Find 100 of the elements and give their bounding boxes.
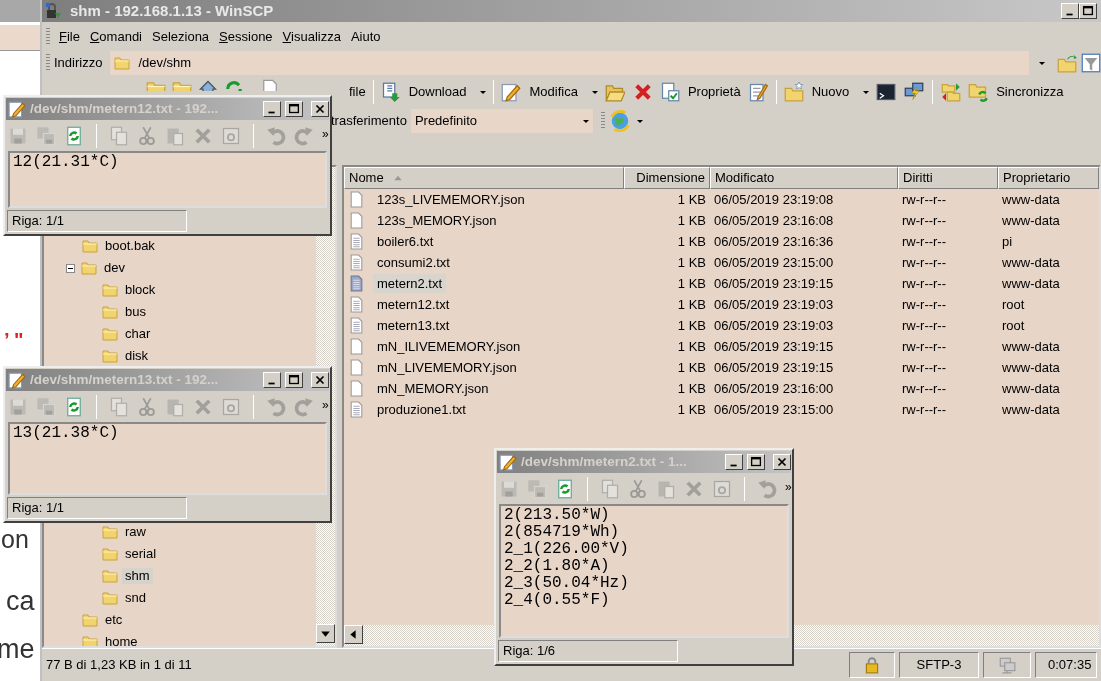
minimize-button[interactable] xyxy=(725,454,743,470)
minimize-button[interactable] xyxy=(263,101,281,117)
more-tools-button[interactable]: » xyxy=(785,478,792,496)
minimize-button[interactable] xyxy=(1061,3,1079,19)
table-cell-text: 1 KB xyxy=(676,211,707,230)
sync-browse-button[interactable] xyxy=(608,110,643,132)
open-folder-icon[interactable] xyxy=(604,82,625,102)
transfer-settings-dropdown[interactable]: Predefinito xyxy=(410,109,593,133)
scroll-left-button[interactable] xyxy=(344,625,363,644)
file-name[interactable]: mN_LIVEMEMORY.json xyxy=(373,357,521,378)
column-header[interactable]: Dimensione xyxy=(624,167,710,189)
column-header[interactable]: Modificato xyxy=(710,167,898,189)
edit-button[interactable]: Modifica xyxy=(498,82,601,102)
refresh-icon[interactable] xyxy=(64,126,84,146)
terminal-icon[interactable] xyxy=(876,82,897,102)
menu-item[interactable]: Sessione xyxy=(214,27,278,47)
file-name[interactable]: consumi2.txt xyxy=(373,252,454,273)
file-name[interactable]: produzione1.txt xyxy=(373,399,470,420)
table-cell-text: rw-r--r-- xyxy=(901,295,948,314)
home-icon[interactable] xyxy=(198,79,218,91)
tree-item[interactable]: raw xyxy=(122,524,149,540)
more-tools-button[interactable]: » xyxy=(322,125,329,143)
file-name[interactable]: metern2.txt xyxy=(373,273,447,294)
more-tools-button[interactable]: » xyxy=(322,396,329,414)
tree-item[interactable]: block xyxy=(122,282,159,298)
column-header[interactable]: Diritti xyxy=(898,167,998,189)
file-name[interactable]: mN_MEMORY.json xyxy=(373,378,493,399)
close-button[interactable] xyxy=(311,372,329,388)
text-line: 2(854719*Wh) xyxy=(504,524,621,541)
tree-item[interactable]: dev xyxy=(101,260,128,276)
file-name[interactable]: 123s_MEMORY.json xyxy=(373,210,501,231)
maximize-button[interactable] xyxy=(285,372,303,388)
tree-item[interactable]: etc xyxy=(102,612,126,628)
sync-folders-icon[interactable] xyxy=(941,82,962,102)
properties-button[interactable]: Proprietà xyxy=(656,82,744,102)
new-button[interactable]: Nuovo xyxy=(780,82,873,102)
network-status-icon xyxy=(998,656,1016,674)
maximize-button[interactable] xyxy=(1079,3,1097,19)
text-area[interactable]: 2(213.50*W) 2(854719*Wh) 2_1(226.00*V) 2_2(1.80*A) 2_3(50.04*Hz) 2_4(0.55*F) xyxy=(499,504,789,638)
folder-icon xyxy=(82,612,98,628)
file-name[interactable]: metern12.txt xyxy=(373,294,454,315)
tree-item[interactable]: shm xyxy=(122,568,153,584)
filter-icon[interactable] xyxy=(1081,53,1101,73)
text-area[interactable]: 12(21.31*C) xyxy=(8,151,327,208)
pencil-icon xyxy=(499,453,517,471)
folder-icon xyxy=(102,546,118,562)
close-button[interactable] xyxy=(773,454,791,470)
tree-item[interactable]: disk xyxy=(122,348,152,364)
tree-item[interactable]: serial xyxy=(122,546,160,562)
table-cell-text: rw-r--r-- xyxy=(901,337,948,356)
tree-item[interactable]: home xyxy=(102,634,141,646)
file-name[interactable]: metern13.txt xyxy=(373,315,454,336)
window-title: shm - 192.168.1.13 - WinSCP xyxy=(70,0,274,21)
network-icon[interactable] xyxy=(904,82,925,102)
tree-item[interactable]: char xyxy=(122,326,154,342)
scroll-down-button[interactable] xyxy=(316,624,335,643)
tree-item[interactable]: boot.bak xyxy=(102,238,158,254)
file-name[interactable]: boiler6.txt xyxy=(373,231,438,252)
text-area[interactable]: 13(21.38*C) xyxy=(8,422,327,495)
text-line: 2_3(50.04*Hz) xyxy=(504,575,630,592)
text-line: 13(21.38*C) xyxy=(13,425,120,442)
menu-item[interactable]: Seleziona xyxy=(147,27,215,47)
menu-item[interactable]: File xyxy=(54,27,85,47)
maximize-button[interactable] xyxy=(747,454,765,470)
quote-marks: ’ " xyxy=(4,330,24,350)
tree-item[interactable]: snd xyxy=(122,590,149,606)
tree-item[interactable]: bus xyxy=(122,304,149,320)
menu-item[interactable]: Aiuto xyxy=(345,27,386,47)
folder-icon xyxy=(102,282,118,298)
minimize-button[interactable] xyxy=(263,372,281,388)
close-button[interactable] xyxy=(311,101,329,117)
refresh-icon[interactable] xyxy=(555,479,575,499)
folder-icon xyxy=(102,590,118,606)
address-field[interactable]: /dev/shm xyxy=(110,51,1029,75)
file-name[interactable]: mN_ILIVEMEMORY.json xyxy=(373,336,525,357)
folder-icon xyxy=(82,634,98,646)
notepad-icon[interactable] xyxy=(747,82,768,102)
page-icon[interactable] xyxy=(260,79,280,91)
file-icon xyxy=(348,359,365,376)
scrollbar[interactable] xyxy=(344,625,494,646)
text-line: 12(21.31*C) xyxy=(13,154,120,171)
menu-item[interactable]: Comandi xyxy=(84,27,147,47)
folder-icon xyxy=(102,568,118,584)
menu-item[interactable]: Visualizza xyxy=(277,27,346,47)
maximize-button[interactable] xyxy=(285,101,303,117)
refresh-icon[interactable] xyxy=(224,79,244,91)
text-file-icon xyxy=(348,254,365,271)
expander-icon[interactable] xyxy=(66,263,75,273)
transfer-button[interactable]: file xyxy=(346,82,369,102)
caret-icon xyxy=(636,119,643,123)
synchronize-button[interactable]: Sincronizza xyxy=(965,82,1067,102)
table-cell-text: www-data xyxy=(1001,400,1061,419)
file-name[interactable]: 123s_LIVEMEMORY.json xyxy=(373,189,529,210)
text-line: 2_2(1.80*A) xyxy=(504,558,611,575)
column-header[interactable]: Nome xyxy=(344,167,624,189)
folder-refresh-icon[interactable] xyxy=(1057,53,1077,73)
refresh-icon[interactable] xyxy=(64,397,84,417)
download-button[interactable]: Download xyxy=(377,82,490,102)
column-header[interactable]: Proprietario xyxy=(998,167,1099,189)
file-icon xyxy=(348,212,365,229)
